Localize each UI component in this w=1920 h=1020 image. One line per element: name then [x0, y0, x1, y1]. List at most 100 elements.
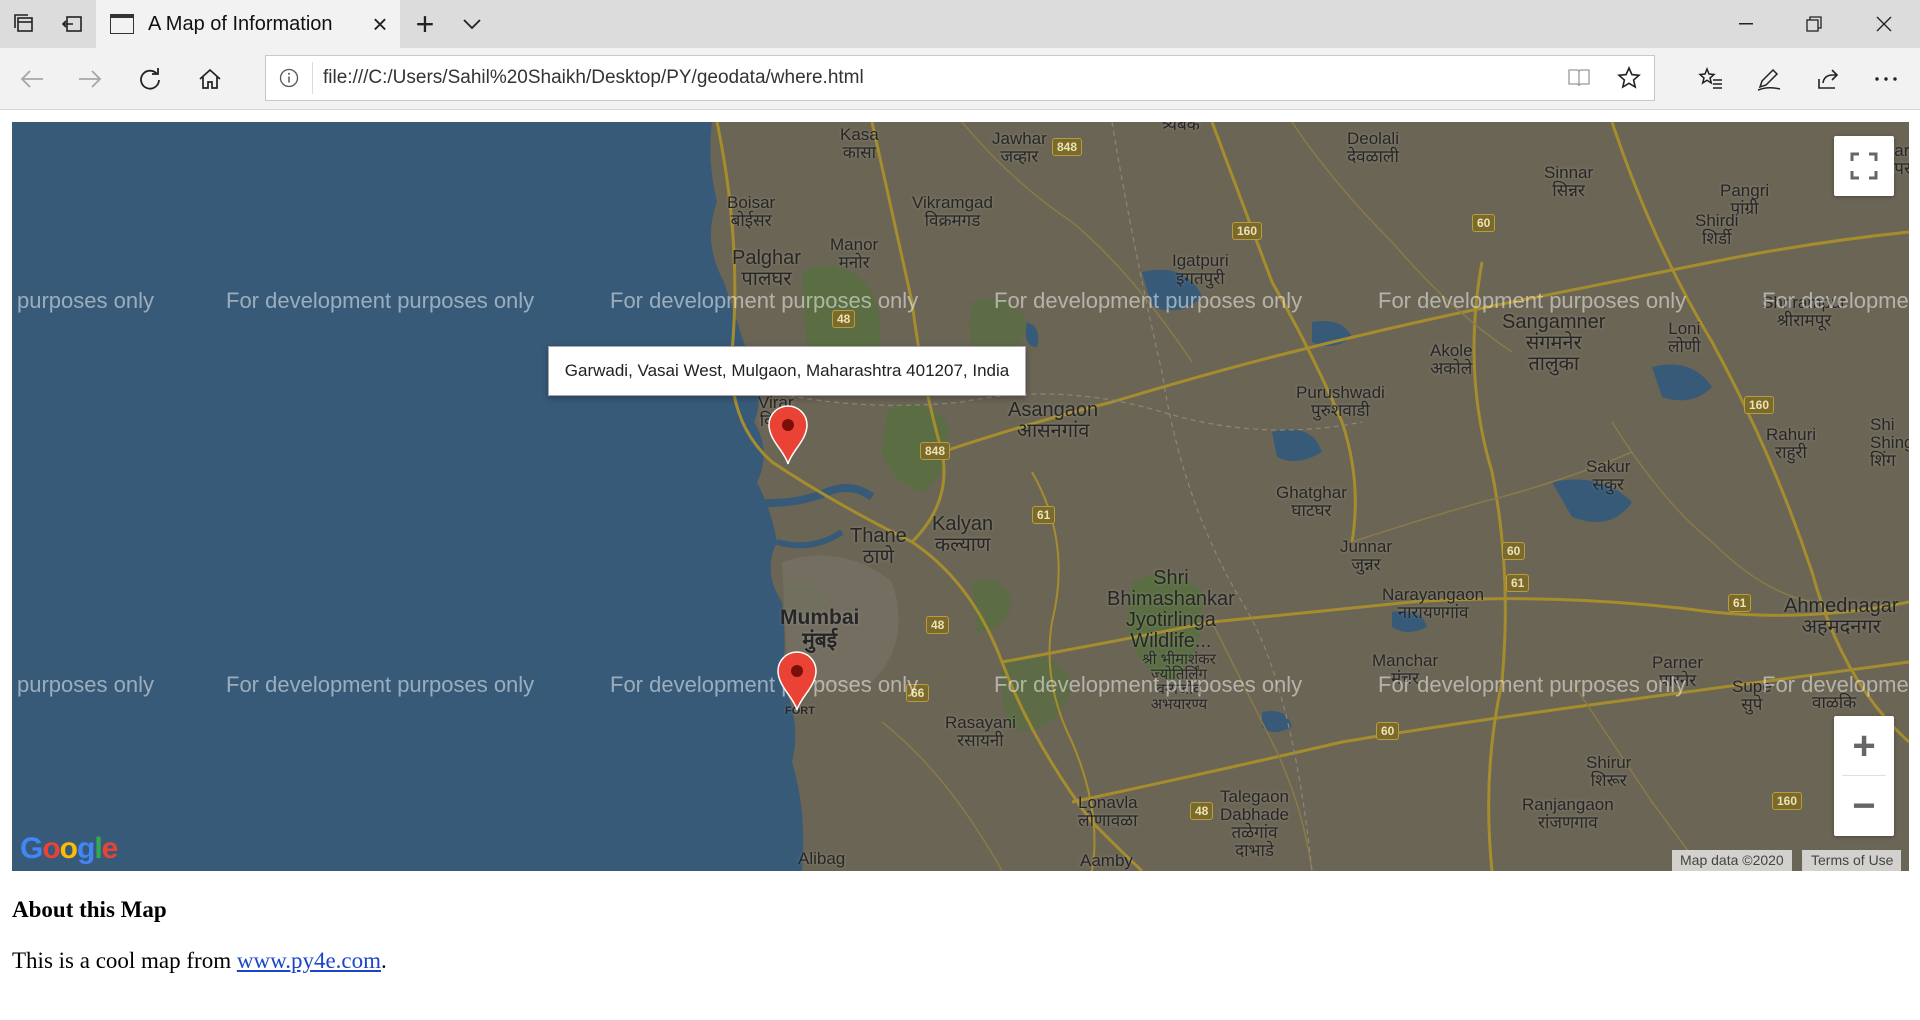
close-window-icon[interactable] — [1850, 0, 1918, 48]
place-palghar-text: Palghar पालघर — [732, 247, 801, 290]
tab-bar: A Map of Information × + — [0, 0, 1920, 48]
dev-watermark: purposes only — [17, 672, 154, 697]
chevron-down-icon[interactable] — [450, 0, 494, 48]
back-arrow-icon[interactable] — [4, 55, 60, 103]
place-boisar-text: Boisar बोईसर — [727, 193, 776, 230]
dev-watermark: For development purposes only — [1378, 672, 1687, 697]
place-ahmednagar-text: Ahmednagar अहमदनगर — [1784, 595, 1899, 638]
new-tab-icon[interactable]: + — [400, 0, 450, 48]
highway-shield: 60 — [1502, 542, 1526, 560]
about-paragraph: This is a cool map from www.py4e.com. — [12, 948, 387, 974]
place-shri-bhimashankar: Shri Bhimashankar Jyotirlinga Wildlife..… — [1107, 568, 1235, 652]
dev-watermark: For development purposes only — [226, 672, 535, 697]
url-text[interactable]: file:///C:/Users/Sahil%20Shaikh/Desktop/… — [313, 67, 1554, 89]
place-ranjangaon: Ranjangaon रांजणगाव — [1522, 796, 1614, 832]
zoom-in-button[interactable]: + — [1834, 716, 1894, 776]
place-manor: Manor मनोर — [830, 236, 878, 272]
dev-watermark: For developme — [1762, 288, 1909, 313]
set-tabs-aside-icon[interactable] — [48, 0, 96, 48]
pen-icon[interactable] — [1741, 55, 1797, 103]
place-narayangaon-text: Narayangaon नारायणगांव — [1382, 585, 1485, 622]
place-manor-text: Manor मनोर — [830, 235, 879, 272]
dev-watermark: For development purposes only — [226, 288, 535, 313]
home-icon[interactable] — [182, 55, 238, 103]
place-shirur-text: Shirur शिरूर — [1586, 753, 1632, 790]
map-canvas[interactable]: Kasa कासा Jawhar जव्हार त्र्यंबक Deolali… — [12, 122, 1909, 871]
place-lonavla: Lonavla लोणावळा — [1078, 794, 1138, 830]
highway-shield: 61 — [1506, 574, 1530, 592]
place-deolali: Deolali देवळाली — [1347, 130, 1399, 166]
navigation-bar: file:///C:/Users/Sahil%20Shaikh/Desktop/… — [0, 48, 1920, 110]
place-alibag-text: Alibag — [798, 849, 846, 868]
place-ahmednagar: Ahmednagar अहमदनगर — [1784, 596, 1899, 638]
zoom-divider — [1842, 775, 1886, 776]
map-attribution: Map data ©2020 — [1672, 850, 1792, 871]
share-icon[interactable] — [1800, 55, 1856, 103]
info-window[interactable]: Garwadi, Vasai West, Mulgaon, Maharashtr… — [548, 346, 1026, 396]
more-menu-icon[interactable] — [1858, 55, 1914, 103]
place-lonavla-text: Lonavla लोणावळा — [1078, 793, 1138, 830]
place-sinnar: Sinnar सिन्नर — [1544, 164, 1593, 200]
place-asangaon-text: Asangaon आसनगांव — [1008, 399, 1099, 442]
about-heading: About this Map — [12, 897, 167, 922]
minimize-icon[interactable] — [1712, 0, 1780, 48]
place-sakur: Sakur सकुर — [1586, 458, 1630, 494]
place-trimbak-text: त्र्यंबक — [1162, 122, 1200, 134]
zoom-control: + − — [1834, 716, 1894, 836]
py4e-link[interactable]: www.py4e.com — [237, 948, 381, 973]
favorites-icon[interactable] — [1683, 55, 1739, 103]
place-sangamner: Sangamner संगमनेर तालुका — [1502, 312, 1605, 375]
place-akole-text: Akole अकोले — [1430, 341, 1473, 378]
place-ranjangaon-text: Ranjangaon रांजणगाव — [1522, 795, 1614, 832]
place-ghatghar: Ghatghar घाटघर — [1276, 484, 1347, 520]
address-bar[interactable]: file:///C:/Users/Sahil%20Shaikh/Desktop/… — [265, 55, 1655, 101]
place-igatpuri-text: Igatpuri इगतपुरी — [1172, 251, 1229, 288]
place-purushwadi: Purushwadi पुरुशवाडी — [1296, 384, 1385, 420]
info-window-address: Garwadi, Vasai West, Mulgaon, Maharashtr… — [564, 361, 1010, 380]
place-sakur-text: Sakur सकुर — [1586, 457, 1631, 494]
highway-shield: 848 — [920, 442, 951, 460]
highway-shield: 160 — [1744, 396, 1775, 414]
google-logo[interactable]: Google — [20, 832, 118, 866]
place-purushwadi-text: Purushwadi पुरुशवाडी — [1296, 383, 1385, 420]
info-icon[interactable] — [266, 56, 312, 100]
page-icon — [110, 14, 134, 34]
place-kalyan: Kalyan कल्याण — [932, 514, 993, 556]
place-shri-bhimashankar-text: Shri Bhimashankar Jyotirlinga Wildlife..… — [1107, 567, 1235, 652]
map-marker-vasai[interactable] — [767, 404, 809, 466]
place-jawhar: Jawhar जव्हार — [992, 130, 1047, 166]
restore-icon[interactable] — [1780, 0, 1848, 48]
fullscreen-icon[interactable] — [1834, 136, 1894, 196]
place-loni-text: Loni लोणी — [1668, 319, 1701, 356]
place-vikramgad-text: Vikramgad विक्रमगड — [912, 193, 993, 230]
highway-shield: 160 — [1232, 222, 1263, 240]
dev-watermark: For development purposes only — [610, 672, 919, 697]
close-tab-icon[interactable]: × — [360, 0, 400, 48]
reading-view-icon[interactable] — [1554, 56, 1604, 100]
place-narayangaon: Narayangaon नारायणगांव — [1382, 586, 1484, 622]
zoom-out-button[interactable]: − — [1834, 776, 1894, 836]
map-marker-mumbai[interactable] — [776, 650, 818, 712]
favorite-star-icon[interactable] — [1604, 56, 1654, 100]
place-shirur: Shirur शिरूर — [1586, 754, 1631, 790]
highway-shield: 160 — [1772, 792, 1803, 810]
terms-of-use-link[interactable]: Terms of Use — [1802, 850, 1902, 871]
dev-watermark: For development purposes only — [1378, 288, 1687, 313]
highway-shield: 60 — [1472, 214, 1496, 232]
place-rasayani-text: Rasayani रसायनी — [945, 713, 1016, 750]
place-vikramgad: Vikramgad विक्रमगड — [912, 194, 993, 230]
place-trimbak: त्र्यंबक — [1162, 122, 1200, 134]
active-tab[interactable]: A Map of Information × — [96, 0, 400, 48]
place-rahuri-text: Rahuri राहुरी — [1766, 425, 1817, 462]
place-palghar: Palghar पालघर — [732, 248, 801, 290]
forward-arrow-icon[interactable] — [62, 55, 118, 103]
about-text-suffix: . — [381, 948, 387, 973]
place-junnar: Junnar जुन्नर — [1340, 538, 1392, 574]
place-alibag: Alibag — [798, 850, 845, 868]
tab-actions-icon[interactable] — [0, 0, 48, 48]
place-thane-text: Thane ठाणे — [850, 525, 907, 568]
refresh-icon[interactable] — [122, 55, 178, 103]
place-mumbai: Mumbai मुंबई — [780, 606, 859, 652]
place-kalyan-text: Kalyan कल्याण — [932, 513, 994, 556]
place-deolali-text: Deolali देवळाली — [1347, 129, 1399, 166]
